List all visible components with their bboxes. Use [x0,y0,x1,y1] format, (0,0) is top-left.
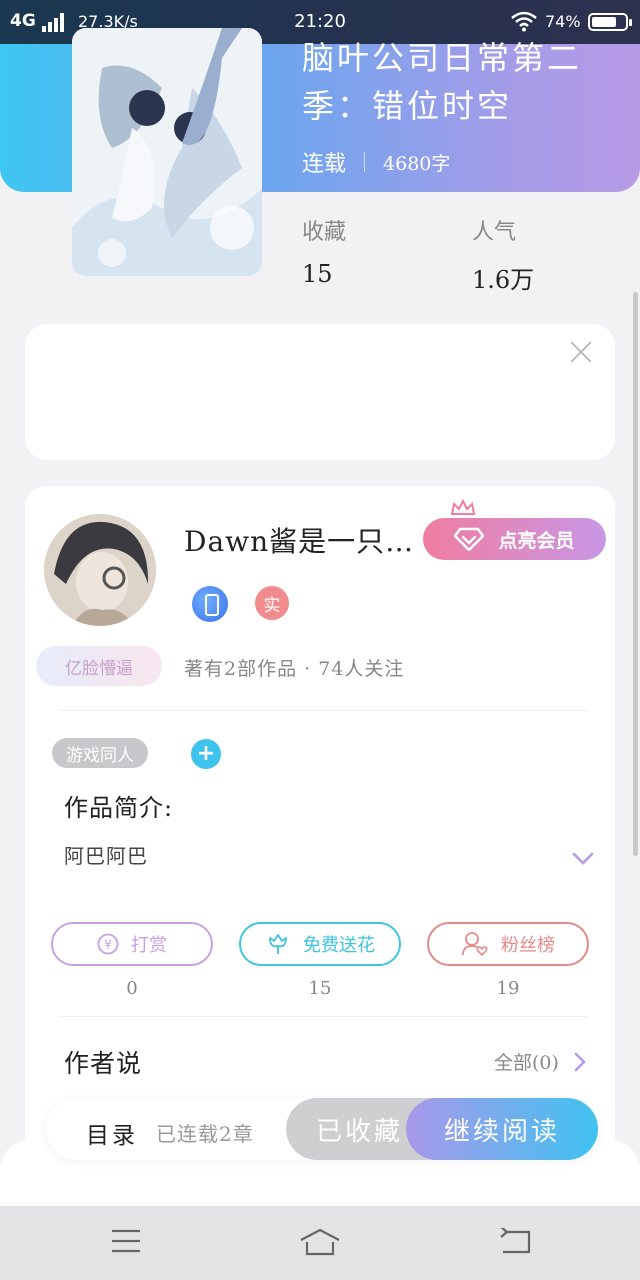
fan-count: 19 [496,978,520,999]
avatar[interactable] [44,514,156,626]
serial-status: 连载 [302,152,347,177]
back-icon[interactable] [499,1228,533,1256]
chevron-down-icon[interactable] [572,852,594,866]
author-works-info: 著有2部作品 · 74人关注 [184,658,405,680]
diamond-icon [454,527,485,551]
chapter-count[interactable]: 已连载2章 [156,1118,254,1147]
menu-icon[interactable] [110,1228,142,1254]
home-icon[interactable] [299,1228,341,1256]
reward-button[interactable]: ¥ 打赏 [51,922,213,966]
svg-text:¥: ¥ [104,938,112,952]
author-name[interactable]: Dawn酱是一只… [184,520,416,560]
stat-value-favorites: 15 [302,260,333,288]
genre-tag[interactable]: 游戏同人 [52,738,148,768]
continue-reading-button[interactable]: 继续阅读 [406,1098,598,1160]
flower-icon [269,934,287,954]
ad-card [25,324,615,460]
chevron-right-icon[interactable] [574,1052,586,1072]
book-title: 脑叶公司日常第二季：错位时空 [302,39,583,125]
system-nav-bar [0,1206,640,1280]
divider [58,710,588,711]
fan-user-icon [462,932,488,957]
author-say-heading: 作者说 [64,1049,143,1078]
fan-ranking-button[interactable]: 粉丝榜 [427,922,589,966]
wifi-icon [511,11,537,32]
book-meta: 连载 4680字 [302,146,450,178]
toc-button[interactable]: 目录 [86,1116,138,1150]
flower-count: 15 [308,978,332,999]
send-flower-button[interactable]: 免费送花 [239,922,401,966]
scrollbar[interactable] [633,292,638,856]
battery-percent: 74% [545,12,581,31]
vip-button[interactable]: 点亮会员 [423,518,606,560]
add-tag-button[interactable]: + [191,739,221,769]
real-name-badge: 实 [255,586,289,620]
crown-icon [450,498,476,515]
stat-label-popularity: 人气 [472,220,517,245]
yen-coin-icon: ¥ [97,933,119,955]
user-tag: 亿脸懵逼 [36,646,162,686]
intro-heading: 作品简介: [64,794,174,822]
vip-label: 点亮会员 [498,529,575,552]
phone-verified-icon [192,586,228,622]
battery-icon [588,13,632,31]
book-cover[interactable] [72,28,262,276]
stat-label-favorites: 收藏 [302,220,347,245]
intro-text: 阿巴阿巴 [64,844,148,868]
reward-label: 打赏 [131,935,167,956]
divider [58,1016,588,1017]
author-say-all-link[interactable]: 全部(0) [494,1048,559,1075]
close-icon[interactable] [567,338,595,366]
reward-count: 0 [126,978,138,999]
word-count: 4680字 [383,152,451,175]
send-flower-label: 免费送花 [303,935,375,956]
fan-ranking-label: 粉丝榜 [501,935,555,956]
stat-value-popularity: 1.6万 [472,266,535,294]
